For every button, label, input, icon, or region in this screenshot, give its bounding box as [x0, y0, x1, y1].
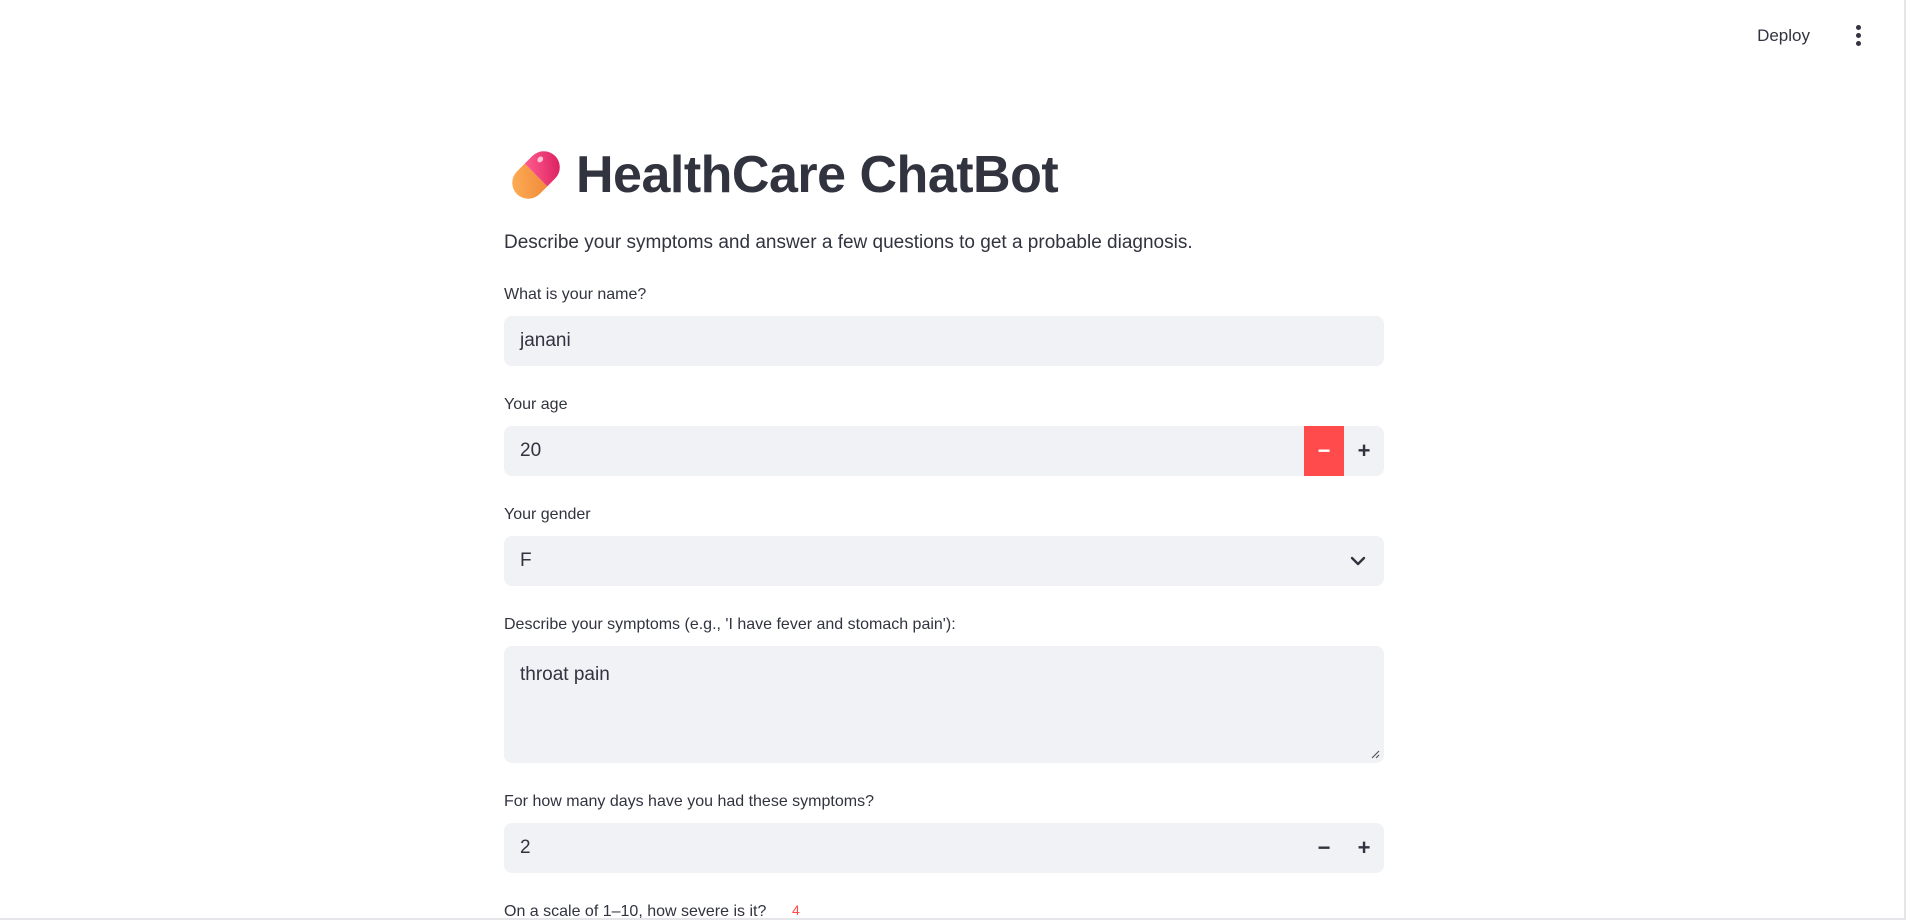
page-title: HealthCare ChatBot: [576, 146, 1059, 204]
resize-handle-icon[interactable]: [1370, 749, 1380, 759]
name-label: What is your name?: [504, 286, 647, 303]
age-label: Your age: [504, 396, 568, 413]
days-input-value[interactable]: 2: [504, 837, 1304, 859]
severity-label: On a scale of 1–10, how severe is it?: [504, 903, 767, 920]
pill-icon: [512, 151, 560, 199]
age-decrement-button[interactable]: −: [1304, 426, 1344, 476]
chevron-down-icon: [1350, 556, 1366, 566]
app-viewport: Deploy HealthCare ChatBot Describe your …: [0, 0, 1906, 920]
age-input-value[interactable]: 20: [504, 440, 1304, 462]
kebab-menu-icon[interactable]: [1848, 22, 1868, 48]
days-increment-button[interactable]: +: [1344, 823, 1384, 873]
severity-slider-value: 4: [792, 902, 800, 918]
days-decrement-button[interactable]: −: [1304, 823, 1344, 873]
age-number-input[interactable]: 20 − +: [504, 426, 1384, 476]
gender-select-value: F: [520, 550, 532, 571]
gender-label: Your gender: [504, 506, 591, 523]
name-input[interactable]: janani: [504, 316, 1384, 366]
symptoms-textarea[interactable]: throat pain: [504, 646, 1384, 763]
kebab-dot: [1855, 32, 1861, 38]
days-number-input[interactable]: 2 − +: [504, 823, 1384, 873]
days-label: For how many days have you had these sym…: [504, 793, 874, 810]
top-toolbar: Deploy: [0, 0, 1904, 70]
page-subtitle: Describe your symptoms and answer a few …: [504, 232, 1193, 253]
kebab-dot: [1855, 24, 1861, 30]
symptoms-label: Describe your symptoms (e.g., 'I have fe…: [504, 616, 956, 633]
title-row: HealthCare ChatBot: [504, 140, 1384, 210]
deploy-button[interactable]: Deploy: [1751, 22, 1816, 50]
gender-select[interactable]: F: [504, 536, 1384, 586]
name-input-value: janani: [520, 330, 571, 351]
symptoms-textarea-value: throat pain: [520, 664, 610, 685]
main-content: HealthCare ChatBot Describe your symptom…: [504, 140, 1384, 920]
kebab-dot: [1855, 40, 1861, 46]
age-increment-button[interactable]: +: [1344, 426, 1384, 476]
